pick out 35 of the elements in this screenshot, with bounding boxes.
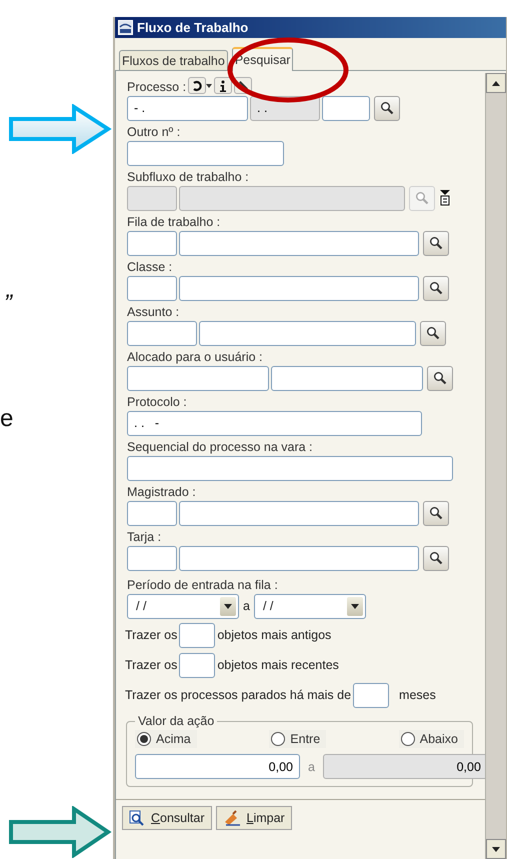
field-label: Período de entrada na fila :: [127, 578, 279, 592]
field-label: Tarja :: [127, 530, 162, 544]
field-label: Classe :: [127, 260, 174, 274]
text-field[interactable]: . . -: [127, 410, 422, 436]
field-label: Assunto :: [127, 305, 180, 319]
field-label: objetos mais recentes: [217, 658, 339, 672]
range-separator: a: [308, 760, 315, 774]
window-title: Fluxo de Trabalho: [137, 20, 248, 35]
tab[interactable]: Fluxos de trabalho: [119, 50, 228, 70]
clear-button[interactable]: Limpar: [216, 806, 292, 830]
field-label: Fila de trabalho :: [127, 215, 222, 229]
field-label: objetos mais antigos: [217, 628, 332, 642]
field-label: meses: [399, 688, 436, 702]
field-label: Subfluxo de trabalho :: [127, 170, 250, 184]
amount-field[interactable]: 0,00: [135, 754, 300, 779]
field-label: Magistrado :: [127, 485, 197, 499]
field-label: Sequencial do processo na vara :: [127, 440, 314, 454]
field-label: Trazer os: [125, 628, 178, 642]
field-label: Alocado para o usuário :: [127, 350, 264, 364]
text-field[interactable]: - .: [127, 96, 248, 120]
field-label: Protocolo :: [127, 395, 188, 409]
field-label: Processo :: [127, 80, 186, 94]
field-label: Trazer os: [125, 658, 178, 672]
radio-option[interactable]: Entre: [269, 730, 326, 748]
field-label: Trazer os processos parados há mais de: [125, 688, 352, 702]
radio-option[interactable]: Acima: [135, 730, 197, 748]
range-separator: a: [243, 599, 250, 613]
slide-text-fragment: ”: [4, 290, 12, 318]
date-dropdown[interactable]: / /: [127, 594, 239, 618]
date-dropdown[interactable]: / /: [254, 594, 366, 618]
radio-option[interactable]: Abaixo: [398, 730, 464, 748]
slide-text-fragment: e: [0, 405, 14, 433]
consult-button[interactable]: Consultar: [122, 806, 212, 830]
field-label: Outro nº :: [127, 125, 182, 139]
group-title: Valor da ação: [137, 714, 216, 728]
